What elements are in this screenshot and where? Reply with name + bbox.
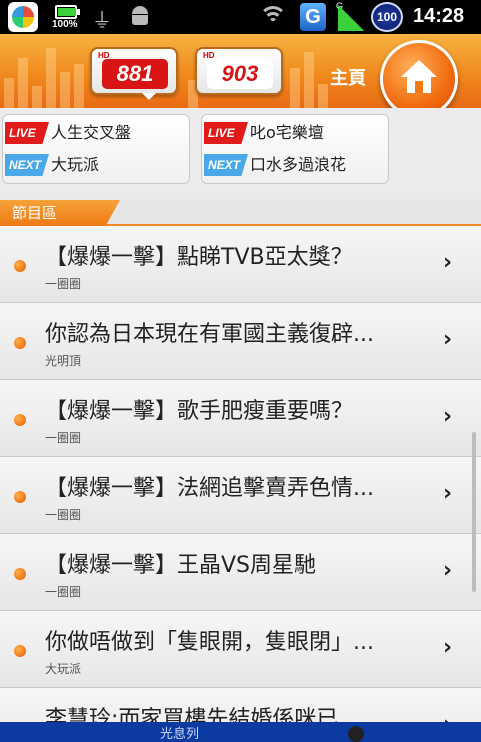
live-program-title: 人生交叉盤 — [51, 123, 132, 142]
next-tag: NEXT — [5, 154, 49, 176]
program-title: 你認為日本現在有軍國主義復辟... — [45, 322, 374, 347]
home-label[interactable]: 主頁 — [330, 64, 366, 90]
next-program-title: 大玩派 — [51, 155, 100, 174]
scrollbar[interactable] — [472, 432, 476, 592]
station-903-logo: 903 — [207, 59, 273, 89]
station-881-logo: 881 — [102, 59, 168, 89]
android-icon — [130, 6, 150, 26]
bullet-icon — [14, 645, 26, 657]
list-item[interactable]: 【爆爆一擊】點睇TVB亞太獎？ 一圈圈 › — [0, 226, 481, 303]
bottom-banner-label: 光息列 — [160, 727, 200, 742]
bullet-icon — [14, 260, 26, 272]
program-host: 一圈圈 — [45, 508, 82, 522]
program-host: 一圈圈 — [45, 277, 82, 291]
home-button[interactable] — [380, 40, 458, 118]
now-playing-card-903[interactable]: LIVE 叱o宅樂壇 NEXT 口水多過浪花 — [201, 114, 389, 184]
program-host: 一圈圈 — [45, 585, 82, 599]
next-program-title: 口水多過浪花 — [250, 155, 347, 174]
list-item[interactable]: 【爆爆一擊】歌手肥瘦重要嗎？ 一圈圈 › — [0, 380, 481, 457]
chevron-right-icon: › — [443, 481, 453, 506]
section-header: 節目區 — [0, 200, 481, 226]
program-title: 你做唔做到「隻眼開，隻眼閉」... — [45, 630, 374, 655]
program-title: 【爆爆一擊】歌手肥瘦重要嗎？ — [45, 399, 354, 424]
level-icon: 100 — [371, 2, 403, 32]
live-program-title: 叱o宅樂壇 — [250, 123, 324, 142]
chevron-right-icon: › — [443, 327, 453, 352]
program-title: 【爆爆一擊】法網追擊賣弄色情... — [45, 476, 374, 501]
program-host: 一圈圈 — [45, 431, 82, 445]
now-playing-area: LIVE 人生交叉盤 NEXT 大玩派 LIVE 叱o宅樂壇 NEXT 口水多過… — [0, 108, 481, 192]
now-playing-card-881[interactable]: LIVE 人生交叉盤 NEXT 大玩派 — [2, 114, 190, 184]
live-tag: LIVE — [5, 122, 49, 144]
station-903-button[interactable]: HD 903 — [195, 47, 283, 95]
clock: 14:28 — [413, 5, 465, 27]
list-item[interactable]: 【爆爆一擊】王晶VS周星馳 一圈圈 › — [0, 534, 481, 611]
program-title: 【爆爆一擊】王晶VS周星馳 — [45, 553, 317, 578]
bullet-icon — [14, 491, 26, 503]
list-item[interactable]: 李慧玲:而家買樓先結婚係咪已... › — [0, 688, 481, 726]
list-item[interactable]: 你認為日本現在有軍國主義復辟... 光明頂 › — [0, 303, 481, 380]
signal-icon: G — [336, 1, 364, 31]
bullet-icon — [14, 337, 26, 349]
program-host: 大玩派 — [45, 662, 82, 676]
chevron-right-icon: › — [443, 404, 453, 429]
section-title: 節目區 — [0, 200, 120, 226]
list-item[interactable]: 【爆爆一擊】法網追擊賣弄色情... 一圈圈 › — [0, 457, 481, 534]
live-tag: LIVE — [204, 122, 248, 144]
wifi-icon — [258, 4, 288, 28]
chevron-right-icon: › — [443, 250, 453, 275]
bottom-banner[interactable]: 光息列 — [0, 722, 481, 742]
app-launcher-icon[interactable] — [8, 2, 38, 32]
avatar — [348, 726, 364, 742]
chevron-right-icon: › — [443, 635, 453, 660]
next-tag: NEXT — [204, 154, 248, 176]
program-host: 光明頂 — [45, 354, 82, 368]
g-icon: G — [300, 3, 326, 31]
status-bar: 100% ⏚ G G 100 14:28 — [0, 0, 481, 34]
chevron-right-icon: › — [443, 558, 453, 583]
battery-percent: 100% — [52, 19, 78, 30]
battery-icon — [55, 5, 80, 19]
usb-icon: ⏚ — [92, 8, 112, 32]
list-item[interactable]: 你做唔做到「隻眼開，隻眼閉」... 大玩派 › — [0, 611, 481, 688]
program-list[interactable]: 【爆爆一擊】點睇TVB亞太獎？ 一圈圈 › 你認為日本現在有軍國主義復辟... … — [0, 226, 481, 726]
bullet-icon — [14, 568, 26, 580]
program-title: 【爆爆一擊】點睇TVB亞太獎？ — [45, 245, 353, 270]
bullet-icon — [14, 414, 26, 426]
home-icon — [401, 60, 437, 93]
station-881-button[interactable]: HD 881 — [90, 47, 178, 100]
